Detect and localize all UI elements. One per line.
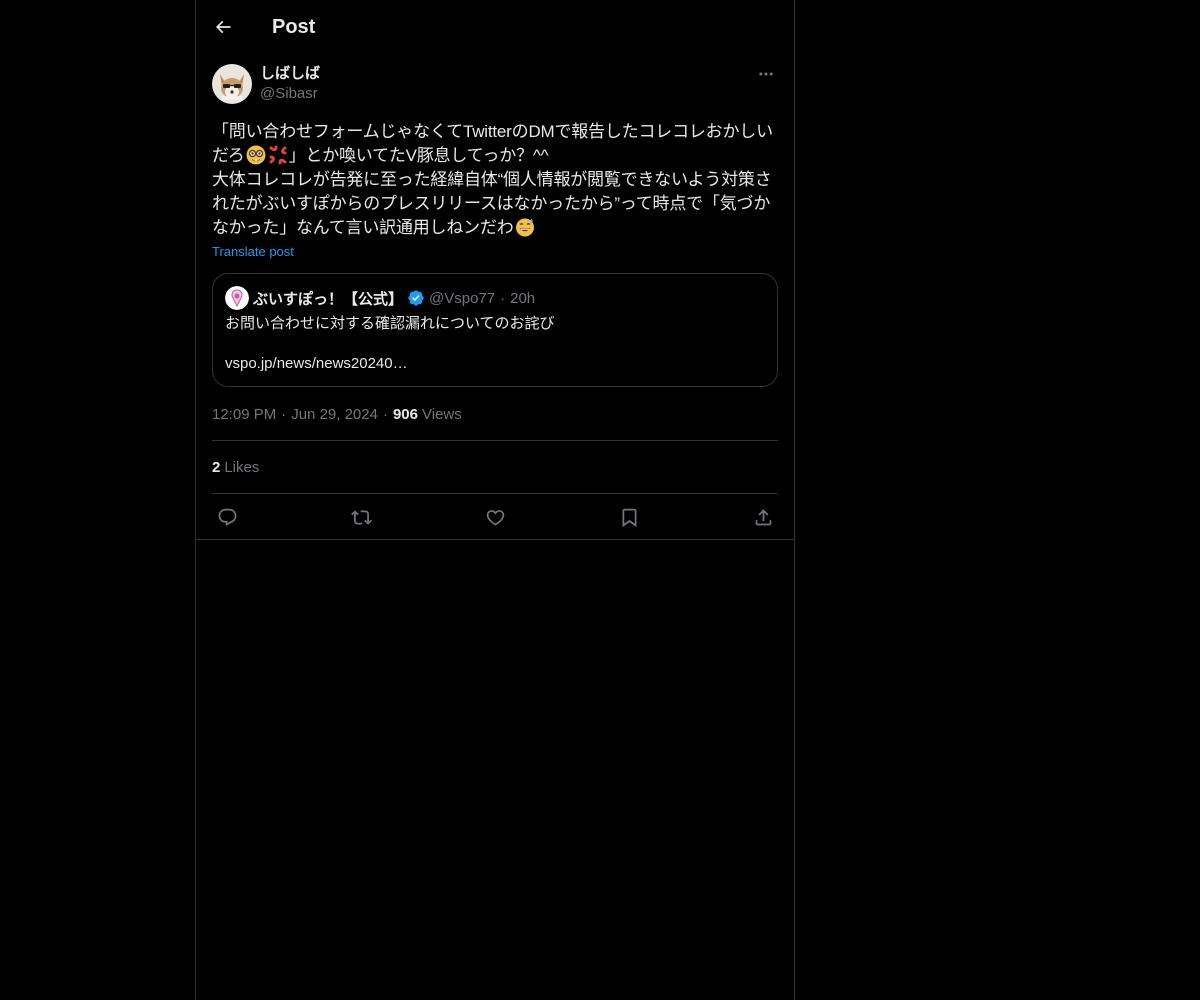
post-date[interactable]: Jun 29, 2024	[291, 406, 378, 423]
author-handle[interactable]: @Sibasr	[260, 84, 320, 104]
quoted-author-name: ぶいすぽっ！【公式】	[253, 290, 404, 308]
nerd-face-emoji-icon	[246, 145, 266, 165]
quoted-author-avatar	[225, 286, 249, 310]
views-label: Views	[422, 405, 462, 423]
more-dots-icon	[759, 72, 773, 76]
page-header: Post	[196, 0, 794, 54]
reply-button[interactable]	[216, 507, 238, 529]
post: しばしば @Sibasr 「問い合わせフォームじゃなくてTwitterのDMで報…	[196, 54, 794, 541]
vspo-logo-icon	[225, 286, 249, 310]
author-row: しばしば @Sibasr	[212, 64, 778, 108]
quoted-post-link: vspo.jp/news/news20240…	[225, 355, 408, 372]
post-text-part2: 」とか喚いてたV豚息してっか？^^ 大体コレコレが告発に至った経緯自体“個人情報…	[212, 146, 772, 237]
post-text: 「問い合わせフォームじゃなくてTwitterのDMで報告したコレコレおかしいだろ…	[212, 120, 778, 240]
back-button[interactable]	[206, 10, 240, 44]
post-meta: 12:09 PM · Jun 29, 2024 · 906 Views	[212, 403, 778, 441]
share-button[interactable]	[752, 507, 774, 529]
back-arrow-icon	[215, 20, 231, 34]
author-names: しばしば @Sibasr	[260, 64, 320, 104]
bookmark-button[interactable]	[618, 507, 640, 529]
page-title: Post	[272, 15, 316, 38]
more-options-button[interactable]	[754, 62, 778, 86]
verified-badge-icon	[408, 290, 424, 306]
likes-label: Likes	[224, 458, 260, 476]
repost-button[interactable]	[350, 507, 372, 529]
likes-row[interactable]: 2 Likes	[212, 441, 778, 494]
author-display-name[interactable]: しばしば	[260, 64, 320, 84]
reply-icon	[218, 508, 236, 526]
separator-dot: ·	[500, 289, 506, 307]
separator-dot: ·	[382, 405, 388, 423]
avatar[interactable]	[212, 64, 252, 104]
quoted-post-time: 20h	[510, 289, 536, 307]
quoted-author-handle: @Vspo77	[429, 289, 496, 307]
share-icon	[755, 509, 771, 526]
quoted-post-text: お問い合わせに対する確認漏れについてのお詫び	[225, 315, 555, 332]
views-count: 906	[392, 405, 418, 423]
separator-dot: ·	[281, 405, 287, 423]
quoted-post-header: ぶいすぽっ！【公式】 @Vspo77 · 20h	[225, 286, 765, 310]
post-actions	[212, 494, 778, 541]
post-detail-column: Post しばしば @Sibasr 「問い合わせフォームじゃなくてTwitter…	[195, 0, 795, 1000]
like-button[interactable]	[484, 507, 506, 529]
quoted-post-card[interactable]: ぶいすぽっ！【公式】 @Vspo77 · 20h お問い合わせに対する確認漏れに…	[212, 273, 778, 387]
heart-icon	[486, 510, 504, 526]
grinning-sweat-emoji-icon	[515, 218, 534, 237]
anger-symbol-emoji-icon	[269, 145, 287, 165]
translate-post-link[interactable]: Translate post	[212, 244, 294, 259]
repost-icon	[350, 510, 372, 525]
post-time[interactable]: 12:09 PM	[212, 406, 276, 423]
likes-count: 2	[212, 458, 221, 476]
bookmark-icon	[622, 508, 636, 528]
fox-avatar-image	[212, 64, 252, 104]
post-bottom-divider	[196, 539, 794, 540]
